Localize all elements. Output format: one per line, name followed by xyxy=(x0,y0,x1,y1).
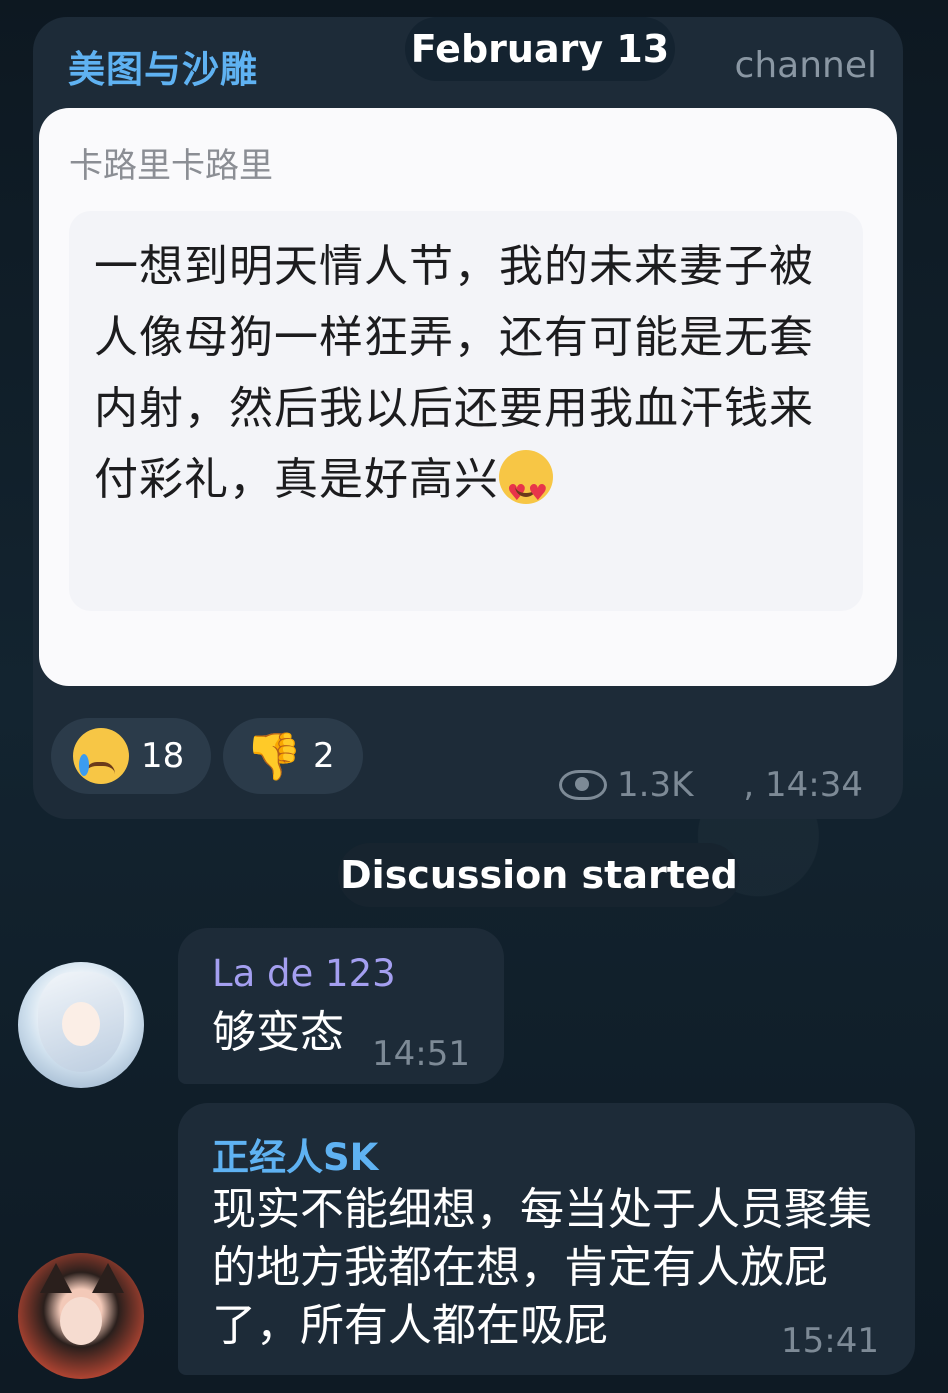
message-text: 够变态 xyxy=(212,1007,344,1058)
image-text-card: 一想到明天情人节，我的未来妻子被人像母狗一样狂弄，还有可能是无套内射，然后我以后… xyxy=(69,211,863,611)
thumbs-down-icon: 👎 xyxy=(245,729,303,783)
channel-post[interactable]: 美图与沙雕 February 13 channel 卡路里卡路里 一想到明天情人… xyxy=(33,17,903,819)
reaction-count: 2 xyxy=(313,736,335,776)
channel-name[interactable]: 美图与沙雕 xyxy=(68,39,258,93)
image-body-text-content: 一想到明天情人节，我的未来妻子被人像母狗一样狂弄，还有可能是无套内射，然后我以后… xyxy=(94,241,814,505)
image-body-text: 一想到明天情人节，我的未来妻子被人像母狗一样狂弄，还有可能是无套内射，然后我以后… xyxy=(94,231,814,529)
avatar[interactable] xyxy=(18,1253,144,1379)
post-time: , 14:34 xyxy=(743,765,863,805)
comment-message[interactable]: 正经人SK 现实不能细想，每当处于人员聚集的地方我都在想，肯定有人放屁了，所有人… xyxy=(178,1103,915,1375)
discussion-started-label: Discussion started xyxy=(338,843,740,907)
reaction-crying[interactable]: 18 xyxy=(51,718,211,794)
sender-name[interactable]: 正经人SK xyxy=(212,1127,378,1181)
reaction-thumbs-down[interactable]: 👎 2 xyxy=(223,718,363,794)
post-meta: 1.3K , 14:34 xyxy=(559,765,863,805)
avatar-face xyxy=(62,1002,100,1046)
message-time: 14:51 xyxy=(372,1034,470,1074)
crying-face-icon xyxy=(73,728,129,784)
comment-message[interactable]: La de 123 够变态 14:51 xyxy=(178,928,504,1084)
avatar[interactable] xyxy=(18,962,144,1088)
avatar-face xyxy=(60,1297,102,1345)
reaction-count: 18 xyxy=(141,736,185,776)
eye-icon xyxy=(559,770,608,800)
sender-name[interactable]: La de 123 xyxy=(212,952,396,995)
date-separator: February 13 xyxy=(405,17,675,81)
post-image[interactable]: 卡路里卡路里 一想到明天情人节，我的未来妻子被人像母狗一样狂弄，还有可能是无套内… xyxy=(39,108,897,686)
heart-eyes-emoji-icon xyxy=(499,450,553,529)
view-count: 1.3K xyxy=(617,765,694,805)
channel-label: channel xyxy=(734,45,877,86)
image-header-text: 卡路里卡路里 xyxy=(69,146,273,186)
avatar-ear xyxy=(40,1263,72,1293)
message-time: 15:41 xyxy=(781,1321,879,1361)
avatar-ear xyxy=(92,1263,124,1293)
